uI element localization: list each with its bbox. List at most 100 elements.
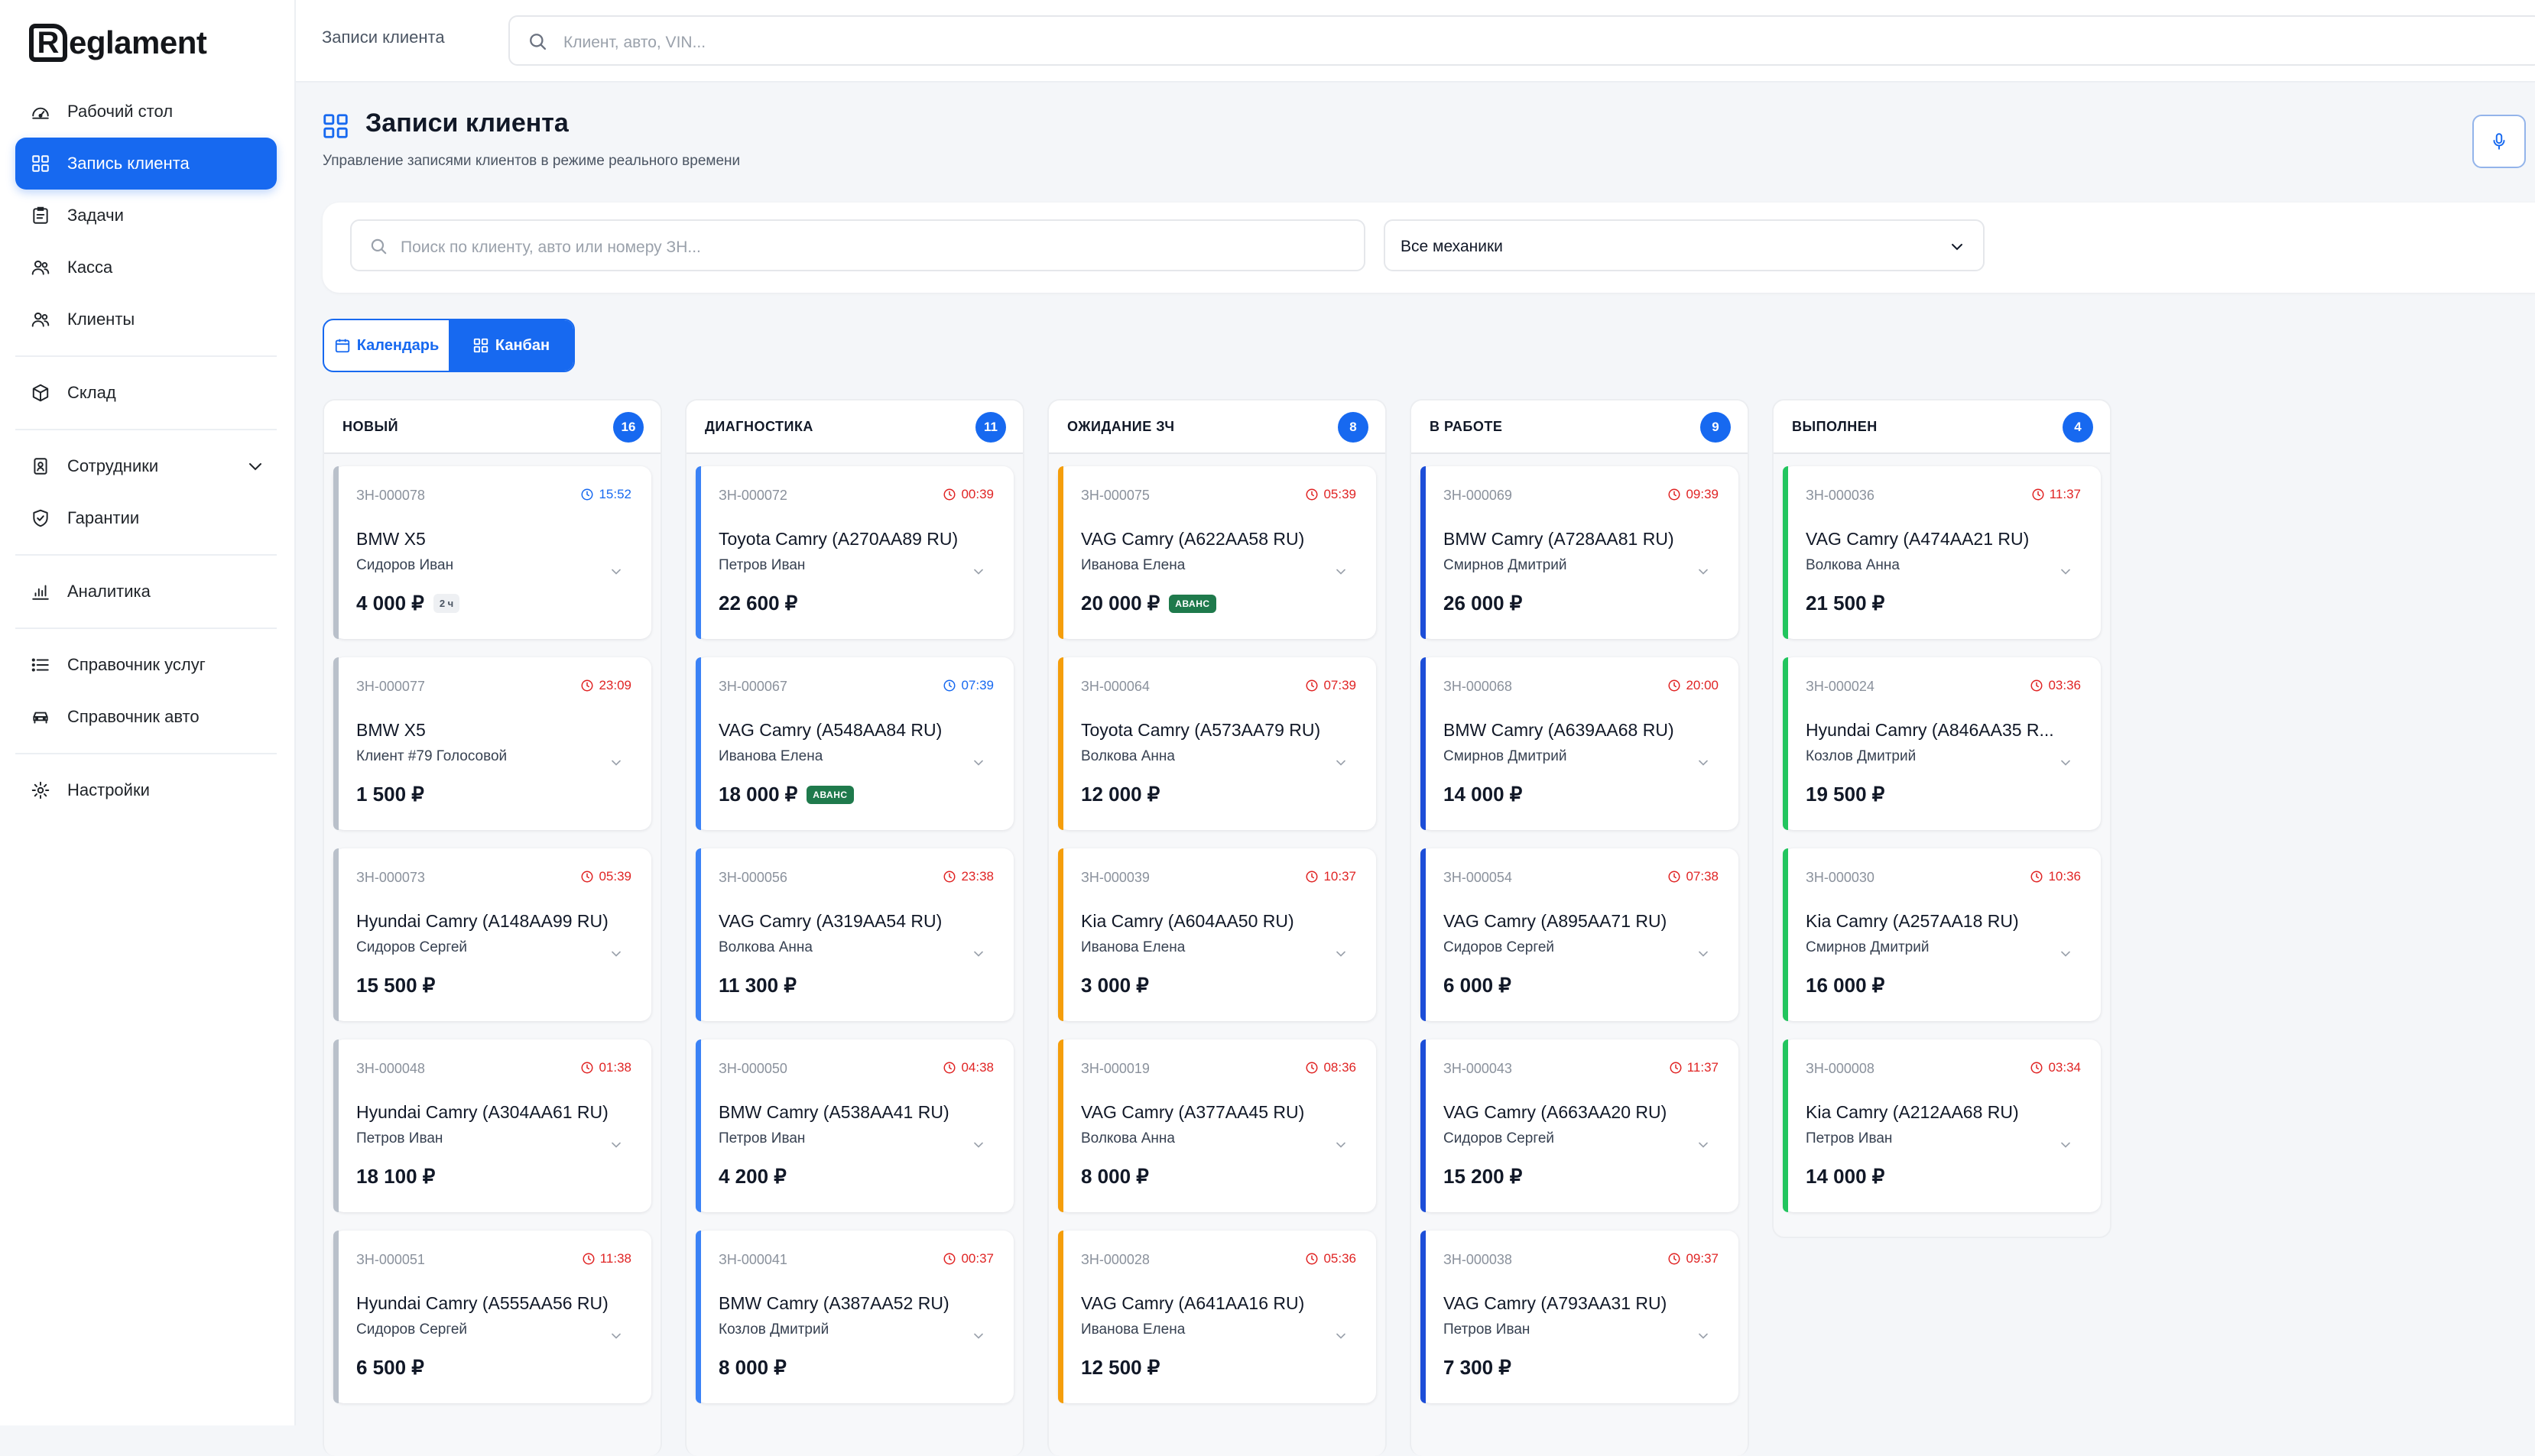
order-card[interactable]: ЗН-000039 10:37 Kia Camry (А604АА50 RU) …	[1058, 848, 1376, 1021]
chevron-down-icon[interactable]	[2058, 564, 2073, 579]
voice-input-button[interactable]	[2472, 115, 2526, 168]
breadcrumb[interactable]: Записи клиента	[322, 28, 445, 47]
records-search-input[interactable]	[399, 235, 1319, 260]
chevron-down-icon[interactable]	[609, 1137, 624, 1153]
order-card[interactable]: ЗН-000008 03:34 Kia Camry (А212АА68 RU) …	[1783, 1039, 2101, 1212]
chevron-down-icon[interactable]	[2058, 1137, 2073, 1153]
order-price: 4 000 ₽	[356, 592, 424, 615]
sidebar-item-cash[interactable]: Касса	[15, 242, 277, 293]
order-card[interactable]: ЗН-000068 20:00 BMW Camry (А639АА68 RU) …	[1420, 657, 1738, 830]
chevron-down-icon[interactable]	[1333, 946, 1349, 961]
status-stripe	[333, 1039, 339, 1212]
chevron-down-icon[interactable]	[1333, 755, 1349, 770]
order-card[interactable]: ЗН-000028 05:36 VAG Camry (А641АА16 RU) …	[1058, 1231, 1376, 1403]
order-card[interactable]: ЗН-000043 11:37 VAG Camry (А663АА20 RU) …	[1420, 1039, 1738, 1212]
order-time: 05:36	[1305, 1251, 1356, 1266]
clock-icon	[1667, 1252, 1681, 1266]
sidebar-item-staff[interactable]: Сотрудники	[15, 440, 277, 492]
sidebar-item-warehouse[interactable]: Склад	[15, 367, 277, 419]
chevron-down-icon[interactable]	[1696, 1137, 1711, 1153]
chevron-down-icon[interactable]	[971, 1137, 986, 1153]
chevron-down-icon[interactable]	[1696, 1328, 1711, 1344]
order-number: ЗН-000008	[1806, 1061, 1874, 1076]
chevron-down-icon[interactable]	[971, 1328, 986, 1344]
sidebar-divider	[15, 429, 277, 430]
filter-panel: Все механики	[323, 203, 2535, 293]
records-search[interactable]	[350, 219, 1365, 271]
order-card[interactable]: ЗН-000050 04:38 BMW Camry (А538АА41 RU) …	[696, 1039, 1014, 1212]
order-card[interactable]: ЗН-000041 00:37 BMW Camry (А387АА52 RU) …	[696, 1231, 1014, 1403]
chevron-down-icon[interactable]	[971, 755, 986, 770]
global-search-input[interactable]	[562, 31, 1100, 55]
chevron-down-icon[interactable]	[246, 457, 265, 475]
status-stripe	[333, 657, 339, 830]
chevron-down-icon[interactable]	[2058, 946, 2073, 961]
clock-icon	[943, 870, 956, 884]
order-card[interactable]: ЗН-000067 07:39 VAG Camry (А548АА84 RU) …	[696, 657, 1014, 830]
chevron-down-icon[interactable]	[1333, 564, 1349, 579]
order-card[interactable]: ЗН-000073 05:39 Hyundai Camry (А148АА99 …	[333, 848, 651, 1021]
order-price: 16 000 ₽	[1806, 974, 1885, 997]
chevron-down-icon[interactable]	[1333, 1137, 1349, 1153]
sidebar-item-cars[interactable]: Справочник авто	[15, 691, 277, 743]
sidebar-divider	[15, 627, 277, 629]
order-card[interactable]: ЗН-000069 09:39 BMW Camry (А728АА81 RU) …	[1420, 466, 1738, 639]
chevron-down-icon[interactable]	[609, 946, 624, 961]
sidebar-item-clients[interactable]: Клиенты	[15, 293, 277, 345]
order-card[interactable]: ЗН-000064 07:39 Toyota Camry (А573АА79 R…	[1058, 657, 1376, 830]
order-card[interactable]: ЗН-000078 15:52 BMW X5 Сидоров Иван 4 00…	[333, 466, 651, 639]
order-time-value: 23:09	[599, 678, 631, 692]
search-icon	[527, 31, 548, 52]
order-card[interactable]: ЗН-000051 11:38 Hyundai Camry (А555АА56 …	[333, 1231, 651, 1403]
chevron-down-icon[interactable]	[609, 1328, 624, 1344]
chevron-down-icon[interactable]	[1696, 755, 1711, 770]
order-card[interactable]: ЗН-000019 08:36 VAG Camry (А377АА45 RU) …	[1058, 1039, 1376, 1212]
chevron-down-icon[interactable]	[1696, 946, 1711, 961]
order-card[interactable]: ЗН-000036 11:37 VAG Camry (А474АА21 RU) …	[1783, 466, 2101, 639]
order-card[interactable]: ЗН-000072 00:39 Toyota Camry (А270АА89 R…	[696, 466, 1014, 639]
order-client: Сидоров Сергей	[1443, 939, 1555, 955]
order-card[interactable]: ЗН-000077 23:09 BMW X5 Клиент #79 Голосо…	[333, 657, 651, 830]
order-card[interactable]: ЗН-000054 07:38 VAG Camry (А895АА71 RU) …	[1420, 848, 1738, 1021]
order-time-value: 05:39	[599, 869, 631, 884]
chevron-down-icon[interactable]	[1333, 1328, 1349, 1344]
sidebar-item-settings[interactable]: Настройки	[15, 764, 277, 816]
chevron-down-icon[interactable]	[971, 946, 986, 961]
clock-icon	[1667, 870, 1681, 884]
order-card[interactable]: ЗН-000038 09:37 VAG Camry (А793АА31 RU) …	[1420, 1231, 1738, 1403]
order-time-value: 05:39	[1323, 487, 1356, 501]
clock-icon	[1305, 1252, 1319, 1266]
sidebar-item-label: Аналитика	[67, 582, 151, 601]
sidebar-item-analytics[interactable]: Аналитика	[15, 566, 277, 618]
global-search[interactable]	[508, 15, 2535, 66]
sidebar-item-records[interactable]: Запись клиента	[15, 138, 277, 190]
chevron-down-icon[interactable]	[609, 564, 624, 579]
order-price-row: 8 000 ₽	[719, 1356, 787, 1380]
order-number: ЗН-000051	[356, 1252, 425, 1267]
sidebar-item-label: Задачи	[67, 206, 124, 225]
order-client: Козлов Дмитрий	[719, 1321, 829, 1338]
order-card[interactable]: ЗН-000075 05:39 VAG Camry (А622АА58 RU) …	[1058, 466, 1376, 639]
order-card[interactable]: ЗН-000056 23:38 VAG Camry (А319АА54 RU) …	[696, 848, 1014, 1021]
tab-kanban[interactable]: Канбан	[449, 320, 573, 371]
status-stripe	[696, 1231, 701, 1403]
order-car: VAG Camry (А474АА21 RU)	[1806, 529, 2030, 549]
chevron-down-icon[interactable]	[1696, 564, 1711, 579]
sidebar-item-warranty[interactable]: Гарантии	[15, 492, 277, 544]
sidebar-item-services[interactable]: Справочник услуг	[15, 639, 277, 691]
order-card[interactable]: ЗН-000024 03:36 Hyundai Camry (А846АА35 …	[1783, 657, 2101, 830]
chevron-down-icon[interactable]	[609, 755, 624, 770]
sidebar-item-tasks[interactable]: Задачи	[15, 190, 277, 242]
order-card[interactable]: ЗН-000030 10:36 Kia Camry (А257АА18 RU) …	[1783, 848, 2101, 1021]
tab-calendar[interactable]: Календарь	[324, 320, 449, 371]
chevron-down-icon[interactable]	[971, 564, 986, 579]
app-logo[interactable]: R eglament	[29, 20, 207, 66]
chevron-down-icon[interactable]	[2058, 755, 2073, 770]
mechanic-select[interactable]: Все механики	[1384, 219, 1985, 271]
sidebar-item-desktop[interactable]: Рабочий стол	[15, 86, 277, 138]
order-card[interactable]: ЗН-000048 01:38 Hyundai Camry (А304АА61 …	[333, 1039, 651, 1212]
status-stripe	[1783, 466, 1788, 639]
order-time: 15:52	[580, 487, 631, 502]
status-stripe	[696, 1039, 701, 1212]
order-client: Петров Иван	[1806, 1130, 1893, 1146]
